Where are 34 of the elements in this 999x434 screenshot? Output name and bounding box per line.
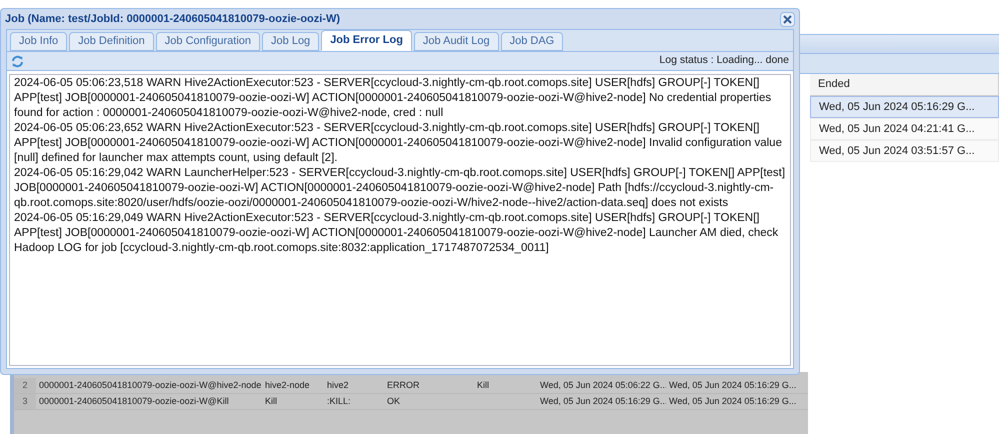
table-cell: 3 xyxy=(14,394,36,409)
table-row[interactable]: Wed, 05 Jun 2024 05:16:29 G... xyxy=(810,96,999,118)
dialog-title: Job (Name: test/JobId: 0000001-240605041810079-oozie-oozi-W) xyxy=(5,12,340,27)
table-cell-text: hive2 xyxy=(326,378,350,392)
log-line: 2024-06-05 05:06:23,652 WARN Hive2ActionExecutor:523 - SERVER[ccycloud-3.nightly-cm-qb.root.comops.site] USER[hdfs] GROUP[-] TOKEN[] APP[test] JOB[0000001-240605041810079-oozie-oozi-W] ACTION[0000001-240605041810079-oozie-oozi-W@hive2-node] Invalid configuration value [null] defined for launcher max attempts count, using default [2]. xyxy=(14,121,783,166)
table-cell-text: 0000001-240605041810079-oozie-oozi-W@hive2-node xyxy=(38,378,262,392)
log-line: 2024-06-05 05:06:23,518 WARN Hive2ActionExecutor:523 - SERVER[ccycloud-3.nightly-cm-qb.root.comops.site] USER[hdfs] GROUP[-] TOKEN[] APP[test] JOB[0000001-240605041810079-oozie-oozi-W] ACTION[0000001-240605041810079-oozie-oozi-W@hive2-node] No credential properties found for action : 0000001-240605041810079-oozie-oozi-W@hive2-node, cred : null xyxy=(14,76,772,121)
refresh-button[interactable] xyxy=(11,54,24,68)
tab[interactable]: Job Log xyxy=(262,32,320,51)
table-cell-text: Wed, 05 Jun 2024 05:16:29 G... xyxy=(668,394,796,408)
table-cell-text: 0000001-240605041810079-oozie-oozi-W@Kill xyxy=(38,394,230,408)
tab[interactable]: Job Audit Log xyxy=(414,32,499,51)
tab[interactable]: Job Definition xyxy=(69,32,154,51)
table-cell: 2 xyxy=(14,378,36,393)
tab[interactable]: Job Configuration xyxy=(156,32,260,51)
table-row[interactable]: Wed, 05 Jun 2024 03:51:57 G... xyxy=(810,140,999,162)
column-header[interactable]: Ended xyxy=(810,74,999,96)
tab[interactable]: Job DAG xyxy=(500,32,564,51)
table-cell-text: Wed, 05 Jun 2024 05:16:29 G... xyxy=(668,378,796,392)
table-cell-text: Kill xyxy=(476,378,490,392)
log-line: 2024-06-05 05:16:29,049 WARN Hive2ActionExecutor:523 - SERVER[ccycloud-3.nightly-cm-qb.root.comops.site] USER[hdfs] GROUP[-] TOKEN[] APP[test] JOB[0000001-240605041810079-oozie-oozi-W] ACTION[0000001-240605041810079-oozie-oozi-W@hive2-node] Launcher AM died, check Hadoop LOG for job [ccycloud-3.nightly-cm-qb.root.comops.site:8032:application_1717487072534_0011] xyxy=(14,211,780,256)
close-button[interactable] xyxy=(780,12,795,26)
table-cell-text: ERROR xyxy=(386,378,421,392)
log-line: 2024-06-05 05:16:29,042 WARN LauncherHelper:523 - SERVER[ccycloud-3.nightly-cm-qb.root.comops.site] USER[hdfs] GROUP[-] TOKEN[] APP[test] JOB[0000001-240605041810079-oozie-oozi-W] ACTION[0000001-240605041810079-oozie-oozi-W@hive2-node] Path [hdfs://ccycloud-3.nightly-cm-qb.root.comops.site:8020/user/hdfs/oozie-oozi/0000001-240605041810079-oozie-oozi-W/hive2-node--hive2/action-data.seq] does not exists xyxy=(14,166,786,211)
refresh-icon xyxy=(11,54,24,68)
close-icon xyxy=(783,14,792,24)
tab[interactable]: Job Info xyxy=(10,32,68,51)
tab[interactable]: Job Error Log xyxy=(321,30,412,51)
table-cell-text: :KILL: xyxy=(326,394,352,408)
log-status: Log status : Loading... done xyxy=(659,53,789,68)
table-cell-text: OK xyxy=(386,394,402,408)
table-row[interactable]: Wed, 05 Jun 2024 04:21:41 G... xyxy=(810,118,999,140)
table-cell-text: hive2-node xyxy=(264,378,311,392)
table-cell-text: Kill xyxy=(264,394,278,408)
